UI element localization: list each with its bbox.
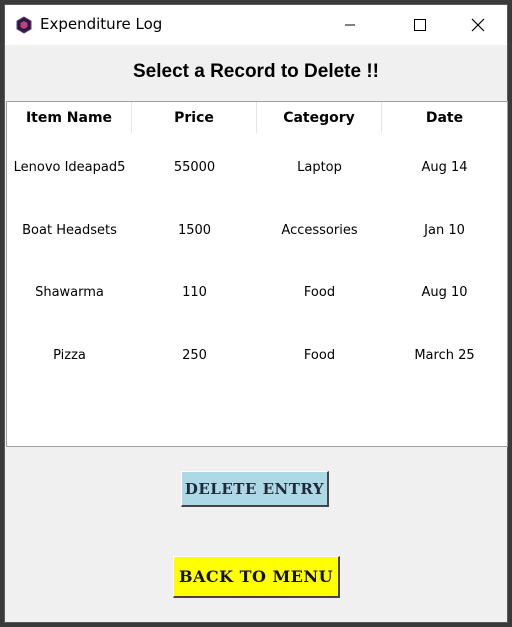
cell-price: 1500 [177,222,212,238]
app-icon [16,16,32,34]
cell-item-name: Pizza [53,347,86,363]
records-table[interactable]: Item Name Price Category Date Lenovo Ide… [6,101,508,447]
cell-date: March 25 [414,347,475,363]
cell-date: Aug 14 [421,159,468,175]
back-to-menu-button[interactable]: BACK TO MENU [173,556,340,598]
cell-category: Food [303,347,336,363]
close-button[interactable] [455,5,501,45]
maximize-icon [414,19,426,31]
cell-category: Laptop [297,159,342,175]
column-header-item-name[interactable]: Item Name [7,102,132,133]
cell-price: 110 [182,284,207,300]
cell-category: Food [303,284,336,300]
window-title: Expenditure Log [40,15,163,33]
cell-item-name: Boat Headsets [22,222,117,238]
cell-date: Jan 10 [424,222,465,238]
cell-date: Aug 10 [421,284,468,300]
cell-category: Accessories [281,222,358,238]
table-row[interactable]: Boat Headsets 1500 Accessories Jan 10 [7,199,507,261]
maximize-button[interactable] [397,5,443,45]
column-header-date[interactable]: Date [382,102,507,133]
cell-price: 250 [182,347,207,363]
cell-price: 55000 [173,159,216,175]
delete-entry-button[interactable]: DELETE ENTRY [181,471,329,507]
table-row[interactable]: Shawarma 110 Food Aug 10 [7,261,507,323]
app-window: Expenditure Log Select a Record to Delet… [4,4,508,623]
column-header-category[interactable]: Category [257,102,382,133]
minimize-button[interactable] [327,5,373,45]
close-icon [471,18,485,32]
column-header-price[interactable]: Price [132,102,257,133]
cell-item-name: Lenovo Ideapad5 [13,159,126,175]
page-title: Select a Record to Delete !! [132,61,380,82]
table-row[interactable]: Lenovo Ideapad5 55000 Laptop Aug 14 [7,136,507,198]
table-header: Item Name Price Category Date [7,102,507,133]
table-row[interactable]: Pizza 250 Food March 25 [7,324,507,386]
minimize-icon [345,24,355,26]
title-bar[interactable]: Expenditure Log [5,5,507,45]
cell-item-name: Shawarma [35,284,104,300]
